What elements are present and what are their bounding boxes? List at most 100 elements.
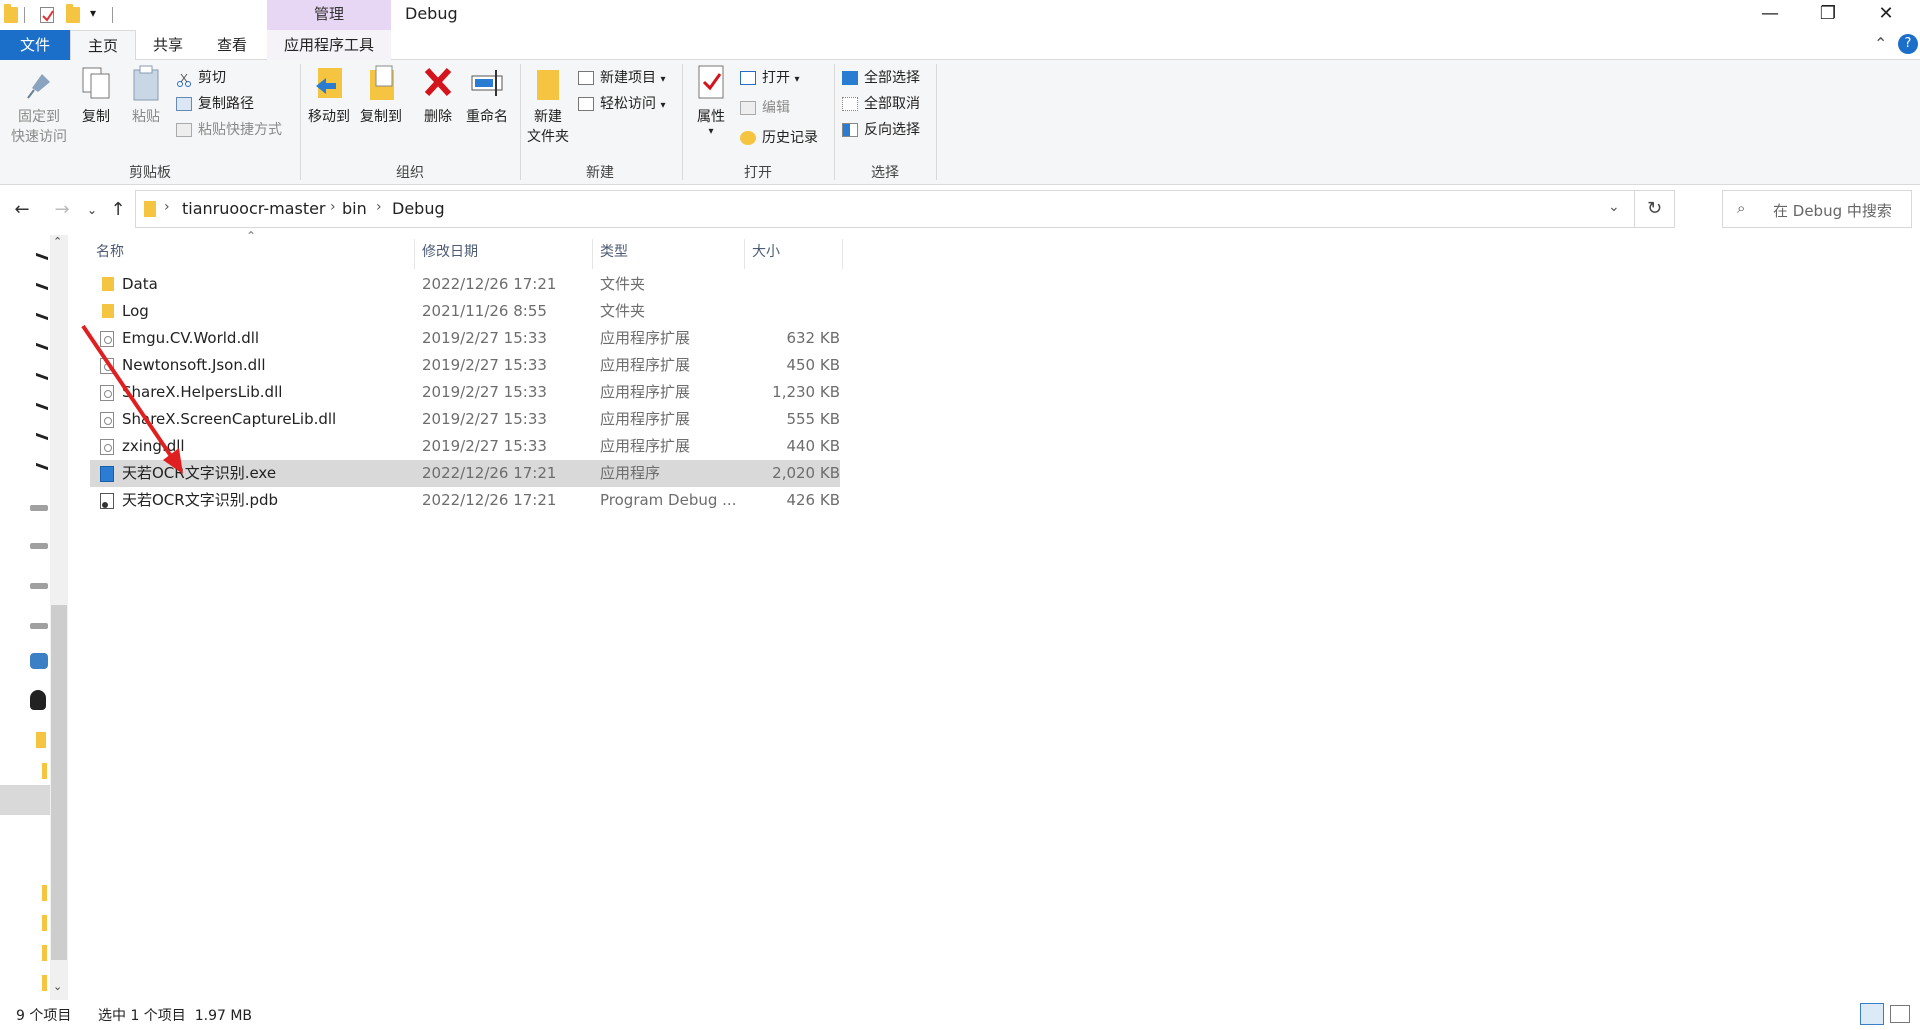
breadcrumb-bin[interactable]: bin (342, 199, 367, 218)
large-icons-view-icon[interactable] (1890, 1005, 1910, 1023)
nav-scrollbar-thumb[interactable] (51, 605, 67, 960)
paste-button[interactable]: 粘贴 (126, 64, 166, 126)
tab-file[interactable]: 文件 (0, 30, 70, 60)
column-header-size[interactable]: 大小 (746, 235, 842, 269)
refresh-button[interactable]: ↻ (1635, 190, 1675, 228)
new-item-button[interactable]: 新建项目 ▾ (578, 66, 665, 90)
folder-icon[interactable] (42, 975, 47, 991)
folder-icon[interactable] (42, 763, 47, 779)
tab-share[interactable]: 共享 (138, 30, 198, 60)
selected-nav-item[interactable] (0, 785, 50, 815)
column-header-name[interactable]: 名称 (90, 235, 410, 269)
drive-icon[interactable] (30, 505, 48, 511)
collapse-ribbon-icon[interactable]: ⌃ (1874, 34, 1887, 53)
rename-button[interactable]: 重命名 (462, 64, 512, 126)
select-none-button[interactable]: 全部取消 (842, 92, 920, 116)
address-bar[interactable]: › tianruoocr-master › bin › Debug ⌄ (135, 190, 1635, 228)
breadcrumb-separator[interactable]: › (164, 199, 170, 215)
move-to-label: 移动到 (308, 109, 350, 125)
new-folder-button[interactable]: 新建 文件夹 (524, 64, 572, 146)
quick-access-pin-icon[interactable] (36, 432, 48, 441)
drive-icon[interactable] (30, 543, 48, 549)
file-row[interactable]: Emgu.CV.World.dll 2019/2/27 15:33 应用程序扩展 63… (90, 325, 840, 352)
minimize-button[interactable]: — (1742, 0, 1798, 30)
customize-quick-access-icon[interactable]: ▾ (90, 6, 96, 20)
quick-access-pin-icon[interactable] (36, 312, 48, 321)
file-row[interactable]: 天若OCR文字识别.exe 2022/12/26 17:21 应用程序 2,020 K… (90, 460, 840, 487)
forward-arrow-icon[interactable]: → (48, 196, 76, 224)
file-row[interactable]: Newtonsoft.Json.dll 2019/2/27 15:33 应用程序扩展… (90, 352, 840, 379)
folder-icon[interactable] (42, 915, 47, 931)
address-dropdown-icon[interactable]: ⌄ (1608, 199, 1620, 215)
file-row[interactable]: zxing.dll 2019/2/27 15:33 应用程序扩展 440 KB (90, 433, 840, 460)
drive-icon[interactable] (30, 583, 48, 589)
folder-icon[interactable] (36, 732, 46, 748)
cut-button[interactable]: 剪切 (176, 66, 226, 90)
folder-icon[interactable] (42, 945, 47, 961)
properties-check-icon[interactable] (40, 7, 54, 23)
details-view-icon[interactable] (1860, 1003, 1884, 1025)
linux-penguin-icon[interactable] (30, 690, 46, 710)
close-button[interactable]: ✕ (1858, 0, 1914, 30)
column-header-type[interactable]: 类型 (594, 235, 744, 269)
breadcrumb-tianruoocr-master[interactable]: tianruoocr-master (182, 199, 326, 218)
quick-access-pin-icon[interactable] (36, 372, 48, 381)
manage-tab[interactable]: 管理 (267, 0, 391, 30)
file-type: 应用程序 (600, 464, 661, 482)
divider[interactable] (842, 239, 843, 269)
select-all-button[interactable]: 全部选择 (842, 66, 920, 90)
tab-app-tools[interactable]: 应用程序工具 (267, 30, 391, 60)
pdb-file-icon (100, 493, 114, 509)
folder-icon[interactable] (42, 885, 47, 901)
quick-access-pin-icon[interactable] (36, 282, 48, 291)
delete-label: 删除 (424, 109, 452, 125)
up-arrow-icon[interactable]: ↑ (104, 196, 132, 224)
quick-access-pin-icon[interactable] (36, 342, 48, 351)
breadcrumb-debug[interactable]: Debug (392, 199, 445, 218)
open-button[interactable]: 打开 ▾ (740, 66, 799, 90)
new-folder-icon (531, 64, 565, 102)
search-icon: ⌕ (1737, 199, 1746, 217)
divider[interactable] (592, 239, 593, 269)
invert-selection-button[interactable]: 反向选择 (842, 118, 920, 142)
quick-access-pin-icon[interactable] (36, 252, 48, 261)
copy-path-button[interactable]: 复制路径 (176, 92, 254, 116)
copy-button[interactable]: 复制 (76, 64, 116, 126)
scroll-up-icon[interactable]: ⌃ (53, 235, 62, 248)
file-row[interactable]: 天若OCR文字识别.pdb 2022/12/26 17:21 Program Deb… (90, 487, 840, 514)
history-button[interactable]: 历史记录 (740, 126, 818, 150)
drive-icon[interactable] (30, 623, 48, 629)
file-type: Program Debug ... (600, 491, 737, 509)
easy-access-button[interactable]: 轻松访问 ▾ (578, 92, 665, 116)
move-to-button[interactable]: 移动到 (304, 64, 354, 126)
delete-button[interactable]: 删除 (418, 64, 458, 126)
network-icon[interactable] (30, 653, 48, 669)
pin-quick-access-button[interactable]: 固定到 快速访问 (6, 64, 72, 146)
file-row[interactable]: Log 2021/11/26 8:55 文件夹 (90, 298, 840, 325)
divider[interactable] (414, 239, 415, 269)
divider[interactable] (744, 239, 745, 269)
recent-locations-icon[interactable]: ⌄ (78, 196, 106, 224)
breadcrumb-separator[interactable]: › (376, 199, 382, 215)
column-header-modified[interactable]: 修改日期 (416, 235, 592, 269)
maximize-button[interactable]: ❐ (1800, 0, 1856, 30)
quick-access-pin-icon[interactable] (36, 462, 48, 471)
quick-access-pin-icon[interactable] (36, 402, 48, 411)
tab-home[interactable]: 主页 (70, 30, 136, 61)
edit-button[interactable]: 编辑 (740, 96, 790, 120)
file-modified: 2022/12/26 17:21 (422, 275, 557, 293)
properties-button[interactable]: 属性 ▾ (688, 64, 734, 137)
paste-shortcut-button[interactable]: 粘贴快捷方式 (176, 118, 282, 142)
file-row[interactable]: ShareX.HelpersLib.dll 2019/2/27 15:33 应用程序… (90, 379, 840, 406)
file-row[interactable]: Data 2022/12/26 17:21 文件夹 (90, 271, 840, 298)
back-arrow-icon[interactable]: ← (8, 196, 36, 224)
tab-view[interactable]: 查看 (202, 30, 262, 60)
copy-to-button[interactable]: 复制到 (356, 64, 406, 126)
help-icon[interactable]: ? (1898, 34, 1918, 54)
search-box[interactable]: ⌕ 在 Debug 中搜索 (1722, 190, 1912, 228)
file-row[interactable]: ShareX.ScreenCaptureLib.dll 2019/2/27 15:… (90, 406, 840, 433)
scroll-down-icon[interactable]: ⌄ (53, 980, 62, 993)
file-modified: 2019/2/27 15:33 (422, 383, 547, 401)
breadcrumb-separator[interactable]: › (330, 199, 336, 215)
new-folder-icon[interactable] (66, 4, 80, 23)
